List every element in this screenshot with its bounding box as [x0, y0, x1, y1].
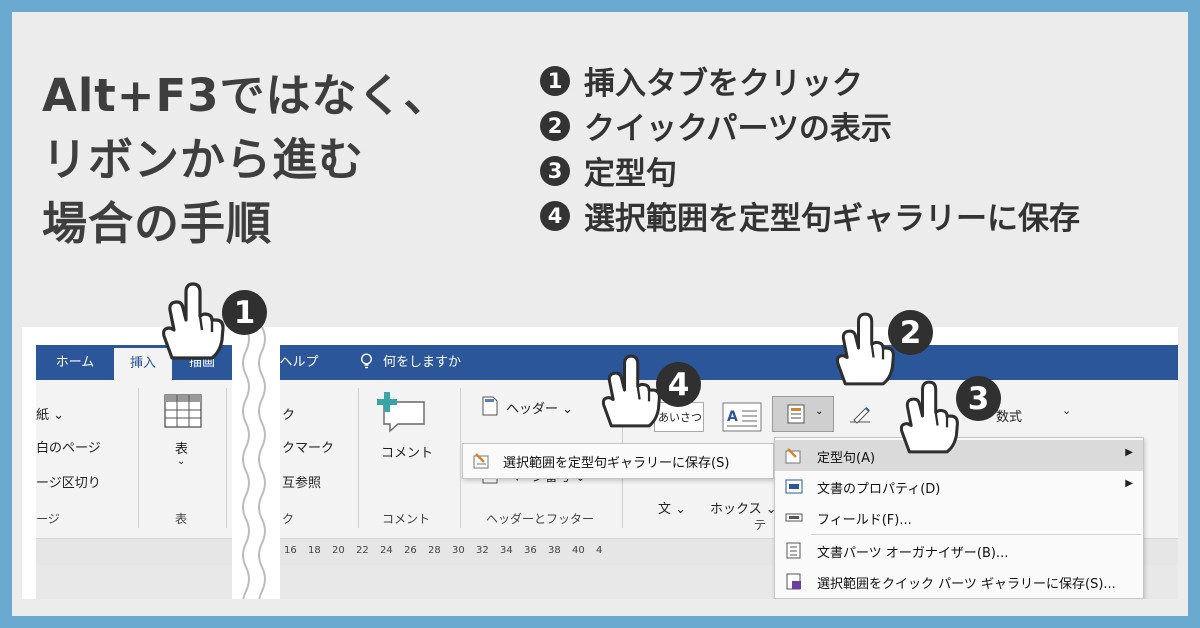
page-break-button[interactable]: ージ区切り [36, 472, 101, 491]
quick-parts-menu: 定型句(A) ▶ 文書のプロパティ(D) ▶ フィールド(F)... 文書パーツ… [774, 437, 1144, 599]
ruler-number: 4 [596, 545, 603, 556]
field-icon [785, 513, 803, 522]
menu-item-save-to-gallery[interactable]: 選択範囲をクイック パーツ ギャラリーに保存(S)... [775, 566, 1143, 597]
menu-item-label: 選択範囲をクイック パーツ ギャラリーに保存(S)... [817, 577, 1116, 592]
new-comment-label: コメント [381, 446, 434, 461]
header-footer-group-label: ヘッダーとフッター [486, 512, 595, 526]
headline-line-1: Alt+F3ではなく、 [42, 69, 450, 122]
bookmark-button[interactable]: クマーク [282, 437, 334, 456]
submenu-arrow-icon: ▶ [1125, 478, 1133, 489]
ruler-number: 22 [356, 545, 369, 556]
equation-caret[interactable]: ⌄ [1062, 404, 1071, 417]
step-number-3: 3 [540, 155, 570, 186]
step-3: 3 定型句 [540, 148, 1080, 193]
ruler-number: 16 [284, 545, 297, 556]
box-dropdown[interactable]: ホックス ⌄ [710, 498, 777, 517]
step-number-4: 4 [540, 200, 570, 231]
tell-me-label: 何をしますか [383, 355, 462, 370]
tab-home[interactable]: ホーム [36, 345, 114, 380]
ruler-number: 24 [380, 545, 393, 556]
equation-button[interactable]: 数式 [996, 406, 1022, 425]
document-property-icon [785, 479, 803, 494]
wavy-cut-line [242, 327, 266, 599]
link-button[interactable]: ク [282, 404, 295, 423]
ruler-number: 36 [524, 545, 537, 556]
links-group-label: ク [282, 512, 295, 526]
headline: Alt+F3ではなく、 リボンから進む 場合の手順 [42, 64, 450, 256]
blank-page-button[interactable]: 白のページ [36, 437, 101, 456]
pointing-hand-icon [899, 380, 959, 454]
table-icon [164, 394, 202, 428]
tell-me-search[interactable]: 何をしますか [360, 345, 461, 380]
text-box-dropdown[interactable]: 文 ⌄ [658, 498, 686, 517]
ruler-number: 32 [476, 545, 489, 556]
step-text-4: 選択範囲を定型句ギャラリーに保存 [584, 201, 1080, 237]
callout-badge-3: 3 [956, 376, 1001, 421]
header-icon [482, 396, 498, 416]
callout-badge-1: 1 [222, 290, 267, 335]
svg-text:A: A [727, 409, 738, 425]
ruler-number: 28 [428, 545, 441, 556]
step-text-1: 挿入タブをクリック [584, 66, 863, 102]
autotext-gallery-popup: 選択範囲を定型句ギャラリーに保存(S) [462, 443, 774, 479]
ruler-number: 20 [332, 545, 345, 556]
autotext-icon [785, 448, 801, 464]
quick-parts-button[interactable]: ⌄ [772, 396, 834, 432]
menu-item-document-property[interactable]: 文書のプロパティ(D) ▶ [775, 471, 1143, 502]
menu-item-label: 文書のプロパティ(D) [817, 482, 941, 497]
table-group-label: 表 [175, 512, 188, 526]
group-separator [138, 388, 139, 528]
callout-badge-2: 2 [888, 310, 933, 355]
submenu-arrow-icon: ▶ [1125, 447, 1133, 458]
ruler-number: 40 [572, 545, 585, 556]
pages-group-label: ージ [36, 512, 60, 526]
step-1: 1 挿入タブをクリック [540, 58, 1080, 103]
step-4: 4 選択範囲を定型句ギャラリーに保存 [540, 193, 1080, 238]
table-button-label: 表 [175, 442, 189, 457]
ruler-number: 34 [500, 545, 513, 556]
infographic-panel: Alt+F3ではなく、 リボンから進む 場合の手順 1 挿入タブをクリック 2 … [12, 12, 1188, 616]
lightbulb-icon [360, 353, 373, 369]
new-comment-icon [377, 392, 425, 433]
comment-group-label: コメント [382, 512, 431, 526]
step-number-1: 1 [540, 65, 570, 96]
table-dropdown-caret: ⌄ [177, 456, 186, 467]
cut-separator [232, 327, 280, 599]
group-separator [460, 388, 461, 528]
callout-badge-4: 4 [656, 362, 701, 407]
menu-item-label: 文書パーツ オーガナイザー(B)... [817, 546, 1009, 561]
menu-item-building-blocks-organizer[interactable]: 文書パーツ オーガナイザー(B)... [775, 535, 1143, 566]
building-blocks-organizer-icon [786, 542, 801, 559]
step-2: 2 クイックパーツの表示 [540, 103, 1080, 148]
step-number-2: 2 [540, 110, 570, 141]
menu-item-label: 定型句(A) [817, 451, 876, 466]
step-list: 1 挿入タブをクリック 2 クイックパーツの表示 3 定型句 4 選択範囲を定型… [540, 58, 1080, 238]
cross-reference-button[interactable]: 互参照 [282, 472, 321, 491]
signature-line-icon[interactable] [848, 404, 874, 426]
ruler-number: 38 [548, 545, 561, 556]
headline-line-3: 場合の手順 [42, 197, 273, 250]
autotext-save-icon [473, 453, 489, 469]
ruler-number: 26 [404, 545, 417, 556]
header-label: ヘッダー ⌄ [506, 402, 574, 417]
group-separator [358, 388, 359, 528]
pointing-hand-icon [162, 282, 225, 360]
headline-line-2: リボンから進む [42, 133, 365, 186]
quick-parts-icon [787, 404, 805, 424]
text-group-label: テ [754, 518, 767, 532]
chevron-down-icon: ⌄ [815, 406, 824, 417]
tab-help[interactable]: ヘルプ [272, 345, 326, 380]
menu-item-field[interactable]: フィールド(F)... [775, 502, 1143, 533]
ruler-number: 30 [452, 545, 465, 556]
menu-item-label: フィールド(F)... [817, 513, 912, 528]
group-separator [226, 388, 227, 528]
cover-page-button[interactable]: 紙 ⌄ [36, 404, 64, 423]
save-selection-autotext-item[interactable]: 選択範囲を定型句ギャラリーに保存(S) [503, 452, 729, 471]
save-to-gallery-icon [786, 573, 801, 590]
step-text-3: 定型句 [584, 156, 677, 192]
step-text-2: クイックパーツの表示 [584, 111, 892, 147]
text-box-icon[interactable]: A [722, 402, 762, 432]
ruler-number: 18 [308, 545, 321, 556]
